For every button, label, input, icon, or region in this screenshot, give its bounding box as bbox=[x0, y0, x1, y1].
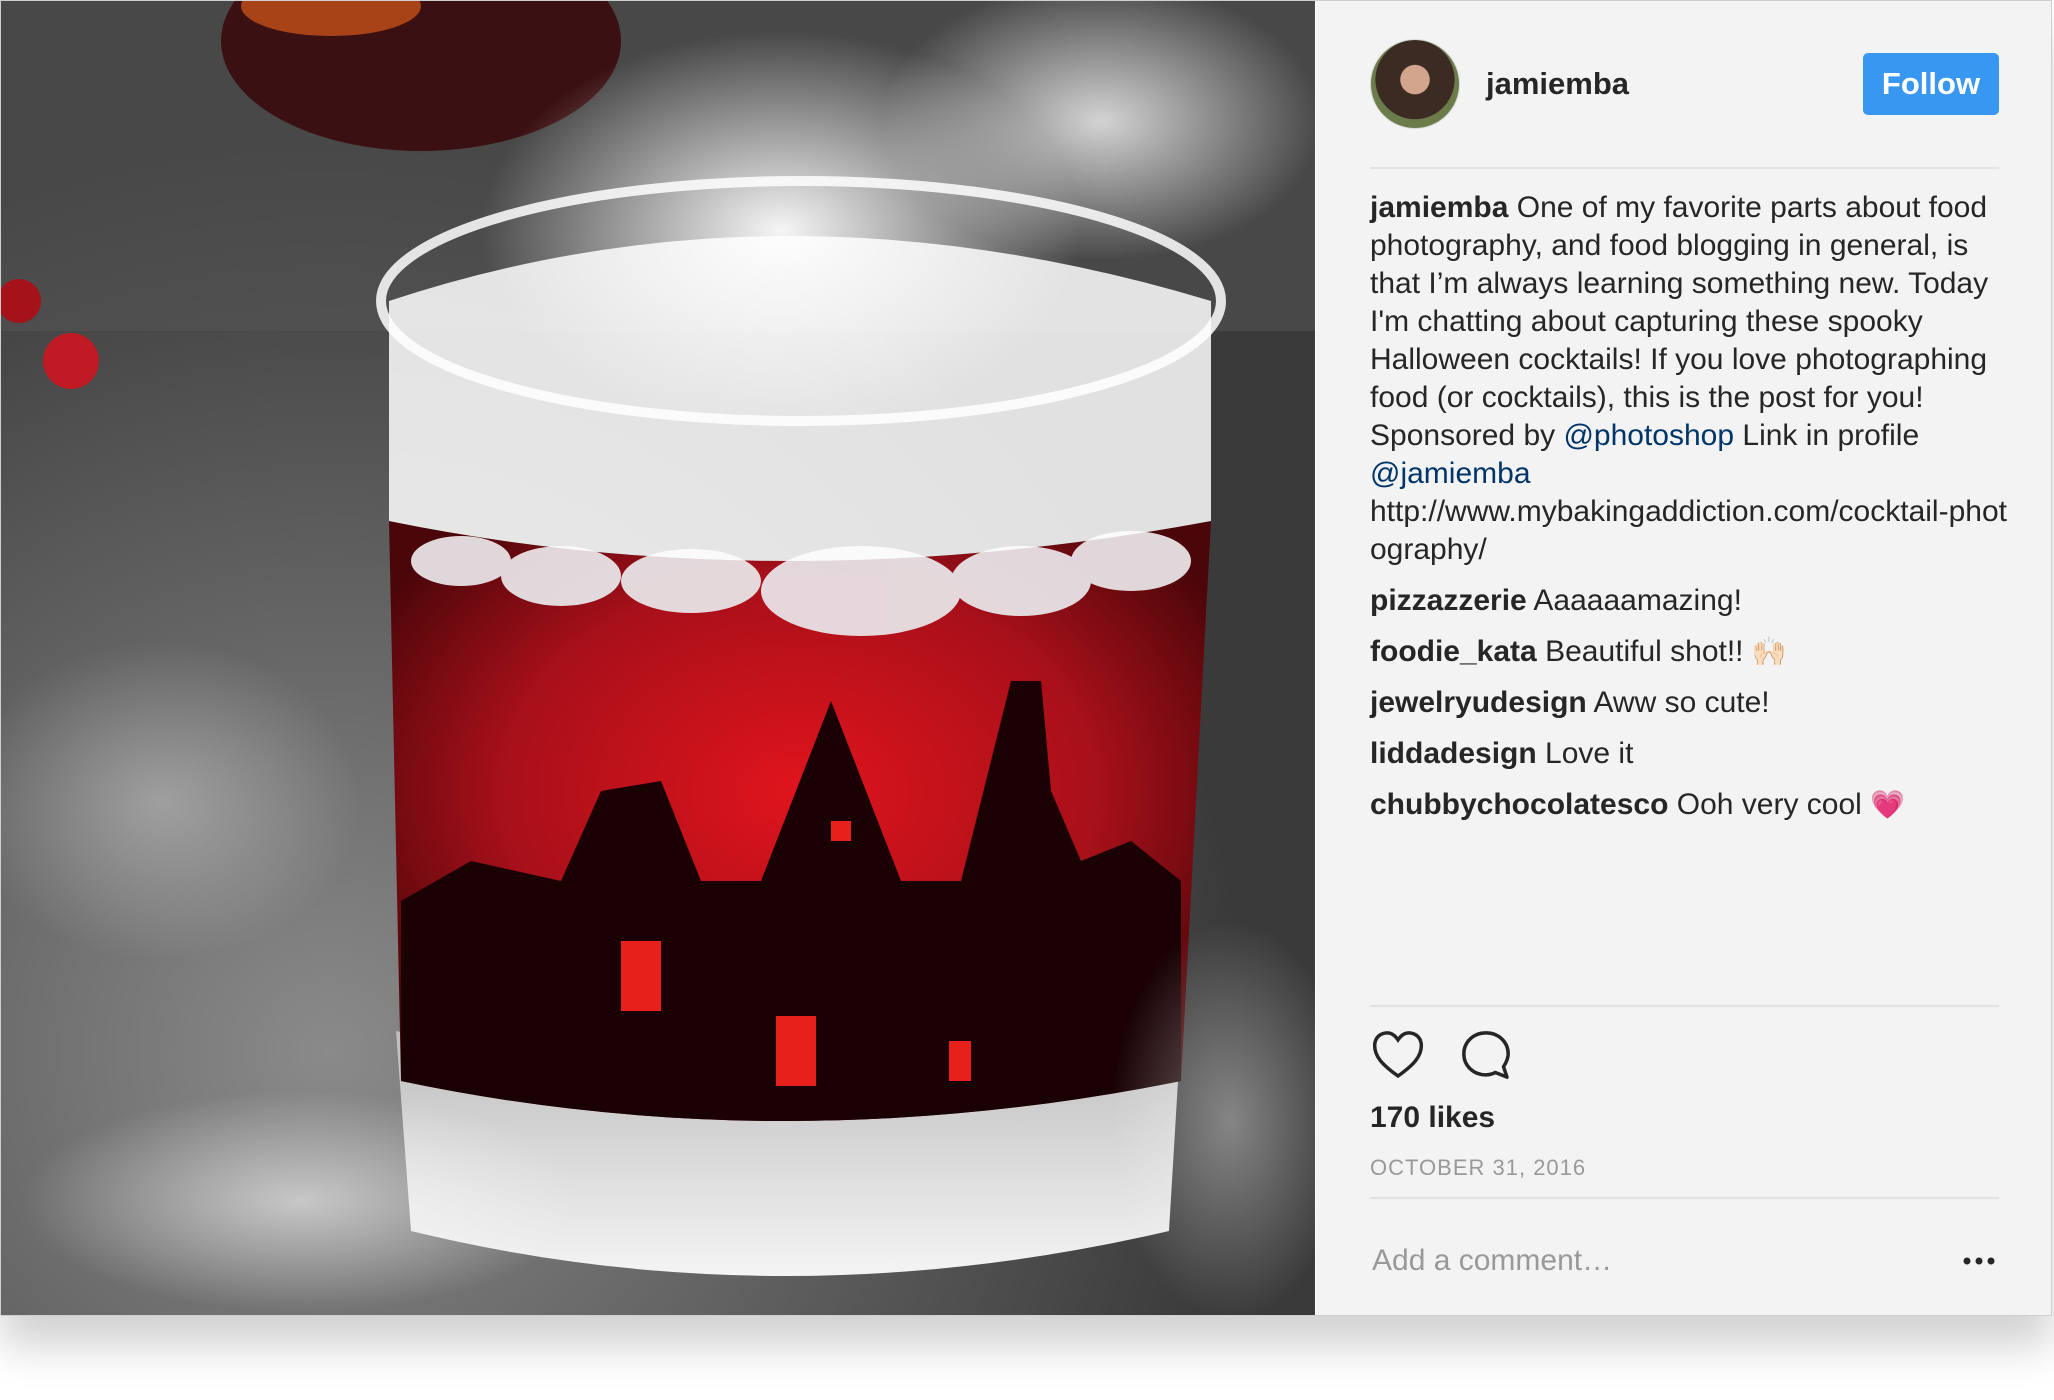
actions-divider bbox=[1370, 1005, 1999, 1007]
comment-username[interactable]: chubbychocolatesco bbox=[1370, 788, 1668, 821]
post-header: jamiemba Follow bbox=[1370, 37, 1999, 131]
post-photo[interactable] bbox=[1, 1, 1315, 1315]
caption: jamiemba One of my favorite parts about … bbox=[1370, 189, 2007, 569]
comment-text: Love it bbox=[1545, 737, 1634, 770]
post-date[interactable]: OCTOBER 31, 2016 bbox=[1370, 1155, 1586, 1181]
header-divider bbox=[1370, 167, 1999, 169]
comment-username[interactable]: foodie_kata bbox=[1370, 635, 1537, 668]
raised-hands-emoji: 🙌🏻 bbox=[1751, 636, 1787, 667]
comment-divider bbox=[1370, 1197, 1999, 1199]
avatar[interactable] bbox=[1370, 39, 1460, 129]
cocktail-photo-illustration bbox=[1, 1, 1315, 1315]
mention-jamiemba[interactable]: @jamiemba bbox=[1370, 457, 1531, 490]
author-username[interactable]: jamiemba bbox=[1486, 66, 1629, 102]
comment-item: jewelryudesign Aww so cute! bbox=[1370, 684, 2007, 722]
comment-text: Beautiful shot!! bbox=[1545, 635, 1752, 668]
add-comment-section bbox=[1370, 1231, 1999, 1291]
caption-username[interactable]: jamiemba bbox=[1370, 191, 1508, 224]
post-side-panel: jamiemba Follow jamiemba One of my favor… bbox=[1316, 1, 2051, 1315]
caption-url[interactable]: http://www.mybakingaddiction.com/cocktai… bbox=[1370, 495, 2007, 566]
comment-input[interactable] bbox=[1370, 1243, 1959, 1279]
likes-count[interactable]: 170 likes bbox=[1370, 1101, 1495, 1135]
comment-username[interactable]: pizzazzerie bbox=[1370, 584, 1527, 617]
follow-button[interactable]: Follow bbox=[1863, 53, 1999, 115]
comments-list: jamiemba One of my favorite parts about … bbox=[1370, 189, 2007, 837]
comment-text: Aww so cute! bbox=[1593, 686, 1770, 719]
comment-text: Ooh very cool bbox=[1676, 788, 1871, 821]
comment-item: liddadesign Love it bbox=[1370, 735, 2007, 773]
comment-item: pizzazzerie Aaaaaamazing! bbox=[1370, 582, 2007, 620]
speech-bubble-icon[interactable] bbox=[1458, 1027, 1514, 1083]
caption-text-2: Link in profile bbox=[1734, 419, 1920, 452]
comment-text: Aaaaaamazing! bbox=[1533, 584, 1742, 617]
caption-text: One of my favorite parts about food phot… bbox=[1370, 191, 1989, 452]
heart-emoji: 💗 bbox=[1870, 789, 1906, 820]
comment-item: chubbychocolatesco Ooh very cool 💗 bbox=[1370, 786, 2007, 824]
more-options-icon[interactable] bbox=[1959, 1251, 1999, 1271]
comment-item: foodie_kata Beautiful shot!! 🙌🏻 bbox=[1370, 633, 2007, 671]
post-actions bbox=[1370, 1027, 1514, 1083]
mention-photoshop[interactable]: @photoshop bbox=[1563, 419, 1734, 452]
instagram-post: jamiemba Follow jamiemba One of my favor… bbox=[0, 0, 2052, 1316]
heart-icon[interactable] bbox=[1370, 1027, 1426, 1083]
comment-username[interactable]: jewelryudesign bbox=[1370, 686, 1587, 719]
comment-username[interactable]: liddadesign bbox=[1370, 737, 1537, 770]
